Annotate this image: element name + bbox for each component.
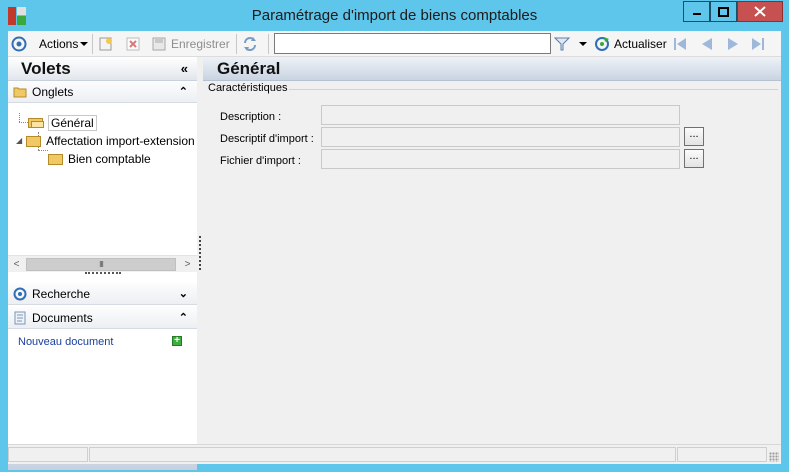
page-title: Général: [217, 59, 281, 78]
sync-button[interactable]: [242, 34, 258, 54]
nouveau-document-link[interactable]: Nouveau document: [18, 336, 113, 348]
descriptif-import-field[interactable]: [321, 127, 680, 147]
toolbar-separator: [268, 34, 269, 54]
fichier-import-label: Fichier d'import :: [220, 155, 301, 167]
sync-icon: [244, 37, 256, 51]
previous-icon[interactable]: [700, 37, 714, 51]
tree-item-label: Affectation import-extension: [46, 133, 195, 148]
folder-icon: [26, 135, 42, 147]
app-window: Paramétrage d'import de biens comptables…: [0, 0, 789, 472]
onglets-tree: Général ◢ Affectation import-extension B…: [8, 103, 197, 255]
actions-menu-button[interactable]: Actions: [39, 34, 89, 54]
actions-label: Actions: [39, 37, 79, 51]
onglets-section-header[interactable]: Onglets ⌃: [8, 81, 197, 103]
folder-icon: [13, 87, 27, 98]
onglets-label: Onglets: [32, 85, 74, 99]
delete-icon: [126, 37, 140, 51]
scroll-left-icon[interactable]: <: [8, 256, 25, 273]
new-document-button[interactable]: [98, 34, 114, 54]
refresh-label: Actualiser: [614, 37, 667, 51]
add-icon[interactable]: +: [172, 336, 182, 346]
expand-icon[interactable]: ◢: [16, 136, 22, 145]
recherche-section-header[interactable]: Recherche ⌄: [8, 283, 197, 305]
tree-item-affectation[interactable]: ◢ Affectation import-extension: [16, 132, 195, 149]
target-icon[interactable]: [11, 34, 27, 54]
status-cell: [89, 447, 676, 462]
close-icon: [738, 2, 782, 21]
minimize-icon: [684, 2, 709, 21]
tree-item-label: Général: [48, 114, 97, 131]
volets-title: Volets: [21, 59, 71, 78]
window-title: Paramétrage d'import de biens comptables: [251, 7, 538, 24]
refresh-button[interactable]: Actualiser: [594, 34, 667, 54]
fichier-import-browse-button[interactable]: ...: [684, 149, 704, 168]
volets-header: Volets «: [8, 57, 197, 81]
tree-item-bien-comptable[interactable]: Bien comptable: [48, 150, 151, 167]
chevron-down-icon: ⌄: [178, 288, 188, 300]
descriptif-import-browse-button[interactable]: ...: [684, 127, 704, 146]
fichier-import-field[interactable]: [321, 149, 680, 169]
main-panel: Général Caractéristiques Description : D…: [203, 57, 781, 455]
last-icon[interactable]: [751, 37, 765, 51]
splitter-handle[interactable]: [85, 272, 121, 276]
minimize-button[interactable]: [683, 1, 710, 22]
scroll-right-icon[interactable]: >: [179, 256, 196, 273]
filter-button[interactable]: [554, 34, 570, 54]
description-field[interactable]: [321, 105, 680, 125]
chevron-down-icon: [80, 42, 89, 46]
main-header: Général: [203, 57, 781, 81]
client-area: Actions Enregistrer Actualiser Volets « …: [8, 31, 781, 470]
document-icon: [14, 311, 26, 325]
title-bar[interactable]: Paramétrage d'import de biens comptables: [0, 0, 789, 31]
toolbar: Actions Enregistrer Actualiser: [8, 31, 781, 57]
tree-item-label: Bien comptable: [68, 151, 151, 166]
new-document-icon: [99, 37, 112, 51]
folder-icon: [48, 153, 64, 165]
scrollbar-thumb[interactable]: III: [26, 258, 176, 271]
open-folder-icon: [28, 117, 44, 129]
search-input[interactable]: [274, 33, 551, 54]
target-icon: [13, 287, 27, 301]
resize-grip-icon[interactable]: [769, 452, 779, 462]
toolbar-separator: [236, 34, 237, 54]
maximize-icon: [711, 2, 736, 21]
maximize-button[interactable]: [710, 1, 737, 22]
filter-icon: [554, 37, 570, 51]
chevron-up-icon: ⌃: [178, 312, 188, 324]
next-icon[interactable]: [726, 37, 740, 51]
vertical-splitter-handle[interactable]: [199, 236, 201, 270]
save-label: Enregistrer: [171, 37, 230, 51]
tree-item-general[interactable]: Général: [28, 114, 97, 131]
save-icon: [152, 37, 166, 51]
status-bar: [8, 444, 781, 464]
chevron-down-icon: [579, 42, 587, 46]
save-button[interactable]: Enregistrer: [151, 34, 230, 54]
status-cell: [8, 447, 88, 462]
status-cell: [677, 447, 767, 462]
close-button[interactable]: [737, 1, 783, 22]
delete-button[interactable]: [125, 34, 141, 54]
documents-label: Documents: [32, 311, 93, 325]
collapse-panel-icon[interactable]: «: [181, 61, 188, 76]
group-title: Caractéristiques: [208, 82, 290, 94]
filter-dropdown-button[interactable]: [579, 34, 587, 54]
recherche-label: Recherche: [32, 287, 91, 301]
toolbar-separator: [92, 34, 93, 54]
descriptif-import-label: Descriptif d'import :: [220, 133, 314, 145]
horizontal-scrollbar[interactable]: < III >: [8, 255, 197, 272]
first-icon[interactable]: [673, 37, 687, 51]
refresh-icon: [595, 37, 609, 51]
description-label: Description :: [220, 111, 282, 123]
documents-section-header[interactable]: Documents ⌃: [8, 307, 197, 329]
chevron-up-icon: ⌃: [178, 86, 188, 98]
volets-panel: Volets « Onglets ⌃ Général ◢ Affectation…: [8, 57, 197, 470]
group-divider: [283, 89, 778, 90]
